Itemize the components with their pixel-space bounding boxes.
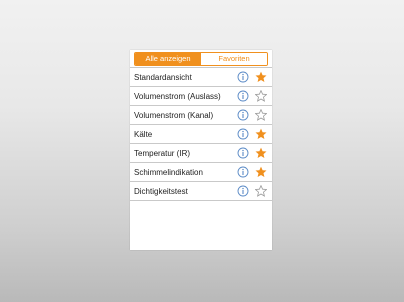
- star-icon[interactable]: [255, 147, 267, 159]
- list-item-label: Volumenstrom (Auslass): [134, 91, 221, 101]
- star-icon[interactable]: [255, 71, 267, 83]
- list-item-label: Temperatur (IR): [134, 148, 191, 158]
- list-item[interactable]: Temperatur (IR): [130, 143, 272, 162]
- list-item-label: Kälte: [134, 129, 153, 139]
- info-icon[interactable]: [237, 185, 249, 197]
- list-item-label: Volumenstrom (Kanal): [134, 110, 214, 120]
- list-item[interactable]: Kälte: [130, 124, 272, 143]
- star-icon[interactable]: [255, 90, 267, 102]
- info-icon[interactable]: [237, 128, 249, 140]
- view-filter-toggle: Alle anzeigen Favoriten: [134, 52, 268, 66]
- star-icon[interactable]: [255, 109, 267, 121]
- info-icon[interactable]: [237, 109, 249, 121]
- list-item-label: Standardansicht: [134, 72, 192, 82]
- tab-favorites[interactable]: Favoriten: [201, 53, 267, 65]
- star-icon[interactable]: [255, 128, 267, 140]
- view-list: Standardansicht Volumenstrom (Auslass) Vol…: [130, 67, 272, 201]
- list-item-label: Dichtigkeitstest: [134, 186, 188, 196]
- view-list-panel: Alle anzeigen Favoriten Standardansicht V…: [130, 50, 272, 250]
- list-item[interactable]: Standardansicht: [130, 67, 272, 86]
- list-item[interactable]: Volumenstrom (Kanal): [130, 105, 272, 124]
- info-icon[interactable]: [237, 166, 249, 178]
- star-icon[interactable]: [255, 166, 267, 178]
- list-item[interactable]: Dichtigkeitstest: [130, 181, 272, 201]
- info-icon[interactable]: [237, 90, 249, 102]
- info-icon[interactable]: [237, 71, 249, 83]
- list-item-label: Schimmelindikation: [134, 167, 203, 177]
- list-item[interactable]: Schimmelindikation: [130, 162, 272, 181]
- tab-show-all[interactable]: Alle anzeigen: [135, 53, 201, 65]
- star-icon[interactable]: [255, 185, 267, 197]
- list-item[interactable]: Volumenstrom (Auslass): [130, 86, 272, 105]
- info-icon[interactable]: [237, 147, 249, 159]
